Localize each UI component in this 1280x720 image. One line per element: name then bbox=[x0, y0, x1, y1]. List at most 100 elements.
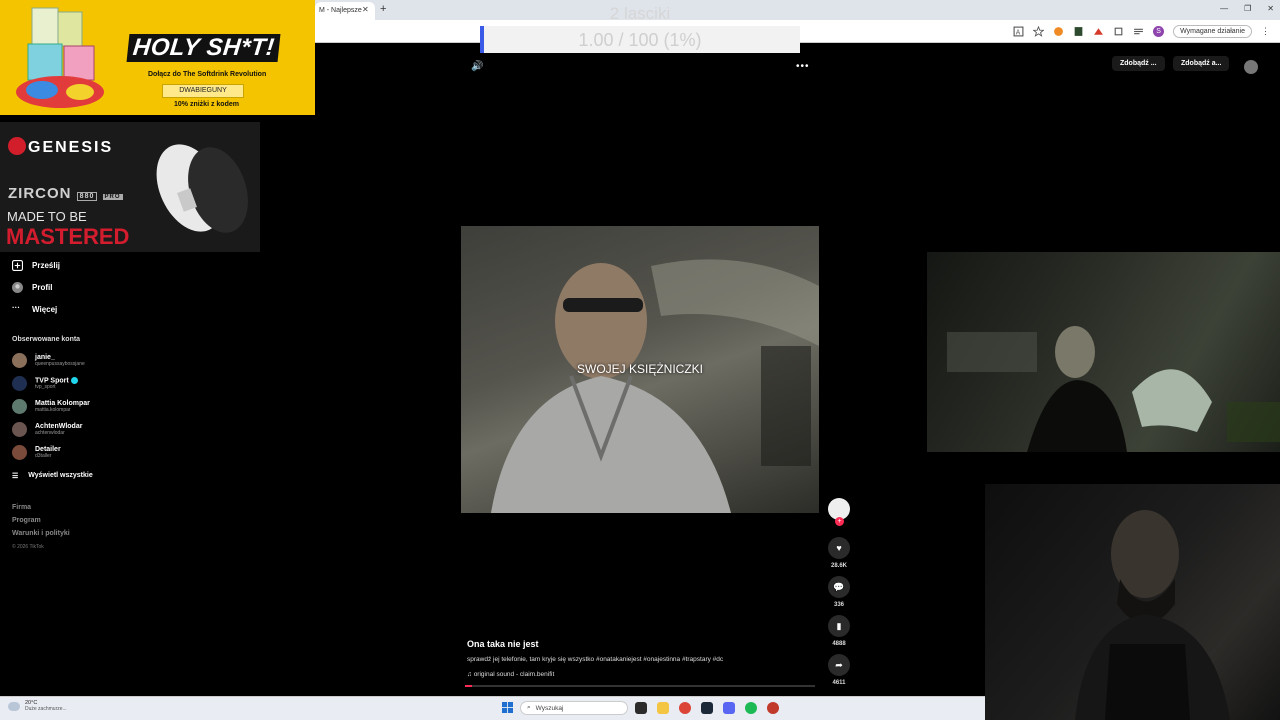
translate-icon[interactable]: A bbox=[1013, 26, 1024, 37]
save-button[interactable]: ▮ bbox=[828, 615, 850, 637]
spotify-icon[interactable] bbox=[745, 702, 757, 714]
nav-profile[interactable]: Profil bbox=[12, 282, 52, 293]
restore-icon[interactable]: ❐ bbox=[1244, 4, 1251, 13]
genesis-logo-icon bbox=[8, 137, 26, 155]
account-name: AchtenWlodar bbox=[35, 423, 83, 430]
extensions-puzzle-icon[interactable] bbox=[1113, 26, 1124, 37]
extension-orange-icon[interactable] bbox=[1053, 26, 1064, 37]
ad-discount-text: 10% zniżki z kodem bbox=[174, 101, 239, 108]
window-controls: — ❐ ✕ bbox=[1220, 4, 1274, 13]
webcam-overlay-2 bbox=[985, 484, 1280, 720]
chrome-icon[interactable] bbox=[679, 702, 691, 714]
discord-icon[interactable] bbox=[723, 702, 735, 714]
nav-more[interactable]: ··· Więcej bbox=[12, 304, 57, 315]
following-account[interactable]: Detailer d3taller bbox=[12, 445, 61, 460]
like-button[interactable]: ♥ bbox=[828, 537, 850, 559]
get-desktop-app-button[interactable]: Zdobądź a... bbox=[1173, 56, 1230, 71]
more-icon: ··· bbox=[12, 303, 20, 312]
app-icon[interactable] bbox=[767, 702, 779, 714]
following-account[interactable]: janie_ queenpussaybossjane bbox=[12, 353, 85, 368]
cloud-icon bbox=[8, 701, 20, 711]
account-name-text: TVP Sport bbox=[35, 377, 69, 385]
browser-toolbar: A S Wymagane działanie ⋮ bbox=[1013, 25, 1270, 38]
video-progress-fill bbox=[465, 685, 472, 687]
ad-headline: HOLY SH*T! bbox=[126, 34, 281, 62]
weather-widget[interactable]: 20°C Duże zachmurze... bbox=[8, 700, 67, 712]
account-handle: d3taller bbox=[35, 453, 52, 459]
following-account[interactable]: AchtenWlodar achtenwlodar bbox=[12, 422, 82, 437]
webcam-overlay-1 bbox=[927, 252, 1280, 452]
task-view-icon[interactable] bbox=[635, 702, 647, 714]
get-app-button[interactable]: Zdobądź ... bbox=[1112, 56, 1165, 71]
verified-badge-icon bbox=[70, 376, 78, 384]
upload-icon bbox=[12, 260, 23, 271]
video-more-icon[interactable]: ••• bbox=[796, 61, 810, 72]
extension-red-icon[interactable] bbox=[1093, 26, 1104, 37]
extension-dark-icon[interactable] bbox=[1073, 26, 1084, 37]
comment-button[interactable]: 💬 bbox=[828, 576, 850, 598]
search-icon: ⌕ bbox=[527, 704, 531, 711]
genesis-logo-text: GENESIS bbox=[28, 139, 114, 156]
genesis-model-name: ZIRCON 880 PRO bbox=[8, 185, 123, 202]
close-window-icon[interactable]: ✕ bbox=[1267, 4, 1274, 13]
avatar bbox=[12, 353, 27, 368]
share-count: 4611 bbox=[832, 680, 846, 686]
volume-icon[interactable]: 🔊 bbox=[471, 61, 483, 72]
share-button[interactable]: ➦ bbox=[828, 654, 850, 676]
show-all-following[interactable]: ☰ Wyświetl wszystkie bbox=[12, 472, 93, 480]
video-subtitle: SWOJEJ KSIĘŻNICZKI bbox=[576, 362, 703, 376]
new-tab-button[interactable]: + bbox=[380, 3, 386, 15]
file-explorer-icon[interactable] bbox=[657, 702, 669, 714]
video-progress-track[interactable] bbox=[465, 685, 815, 687]
share-icon: ➦ bbox=[835, 659, 843, 670]
softdrink-products-image bbox=[16, 7, 104, 108]
footer-link-terms[interactable]: Warunki i polityki bbox=[12, 530, 70, 537]
like-count: 28.6K bbox=[830, 563, 847, 569]
heart-icon: ♥ bbox=[836, 543, 842, 553]
following-account[interactable]: Mattia Kolompar mattia.kolompar bbox=[12, 399, 90, 414]
save-count: 4888 bbox=[832, 641, 846, 647]
avatar bbox=[12, 376, 27, 391]
follow-plus-icon[interactable]: + bbox=[835, 517, 844, 526]
model-badge: 880 bbox=[76, 192, 98, 201]
tab-close-icon[interactable]: ✕ bbox=[362, 5, 369, 14]
avatar bbox=[12, 445, 27, 460]
video-title: Ona taka nie jest bbox=[467, 639, 539, 649]
bookmark-star-icon[interactable] bbox=[1033, 26, 1045, 37]
windows-start-icon[interactable] bbox=[502, 702, 513, 713]
footer-link-company[interactable]: Firma bbox=[12, 504, 31, 511]
required-action-button[interactable]: Wymagane działanie bbox=[1173, 25, 1252, 38]
following-section-title: Obserwowane konta bbox=[12, 336, 81, 343]
account-handle: achtenwlodar bbox=[35, 430, 65, 436]
nav-more-label: Więcej bbox=[32, 305, 58, 314]
user-avatar[interactable] bbox=[1244, 60, 1258, 74]
account-name: TVP Sport bbox=[35, 376, 78, 385]
browser-menu-icon[interactable]: ⋮ bbox=[1261, 26, 1270, 37]
show-all-label: Wyświetl wszystkie bbox=[28, 472, 93, 479]
ad-promo-code[interactable]: DWABIEGUNY bbox=[162, 84, 244, 98]
account-name: Mattia Kolompar bbox=[35, 400, 90, 407]
steam-icon[interactable] bbox=[701, 702, 713, 714]
taskbar-search[interactable]: ⌕ Wyszukaj bbox=[520, 701, 628, 715]
account-handle: mattia.kolompar bbox=[35, 407, 71, 413]
bookmark-icon: ▮ bbox=[836, 620, 842, 631]
music-note-icon: ♫ bbox=[467, 671, 474, 678]
nav-upload[interactable]: Prześlij bbox=[12, 260, 60, 271]
comment-icon: 💬 bbox=[833, 581, 845, 592]
account-handle: queenpussaybossjane bbox=[35, 361, 85, 367]
goal-progress-text: 1.00 / 100 (1%) bbox=[578, 30, 702, 50]
footer-link-program[interactable]: Program bbox=[12, 517, 41, 524]
copyright: © 2026 TikTok bbox=[12, 544, 44, 550]
video-sound[interactable]: ♫ original sound - claim.benifit bbox=[467, 671, 554, 678]
avatar bbox=[12, 422, 27, 437]
browser-profile-avatar[interactable]: S bbox=[1153, 26, 1165, 37]
sound-name: original sound - claim.benifit bbox=[473, 671, 555, 678]
following-account[interactable]: TVP Sport tvp_sport bbox=[12, 376, 78, 391]
softdrink-ad-banner[interactable]: HOLY SH*T! Dołącz do The Softdrink Revol… bbox=[0, 0, 315, 115]
nav-profile-label: Profil bbox=[32, 283, 53, 292]
ad-subtitle: Dołącz do The Softdrink Revolution bbox=[148, 71, 267, 78]
minimize-icon[interactable]: — bbox=[1220, 4, 1228, 13]
account-name: janie_ bbox=[35, 354, 55, 361]
weather-description: Duże zachmurze... bbox=[25, 706, 67, 712]
reading-list-icon[interactable] bbox=[1133, 26, 1144, 37]
